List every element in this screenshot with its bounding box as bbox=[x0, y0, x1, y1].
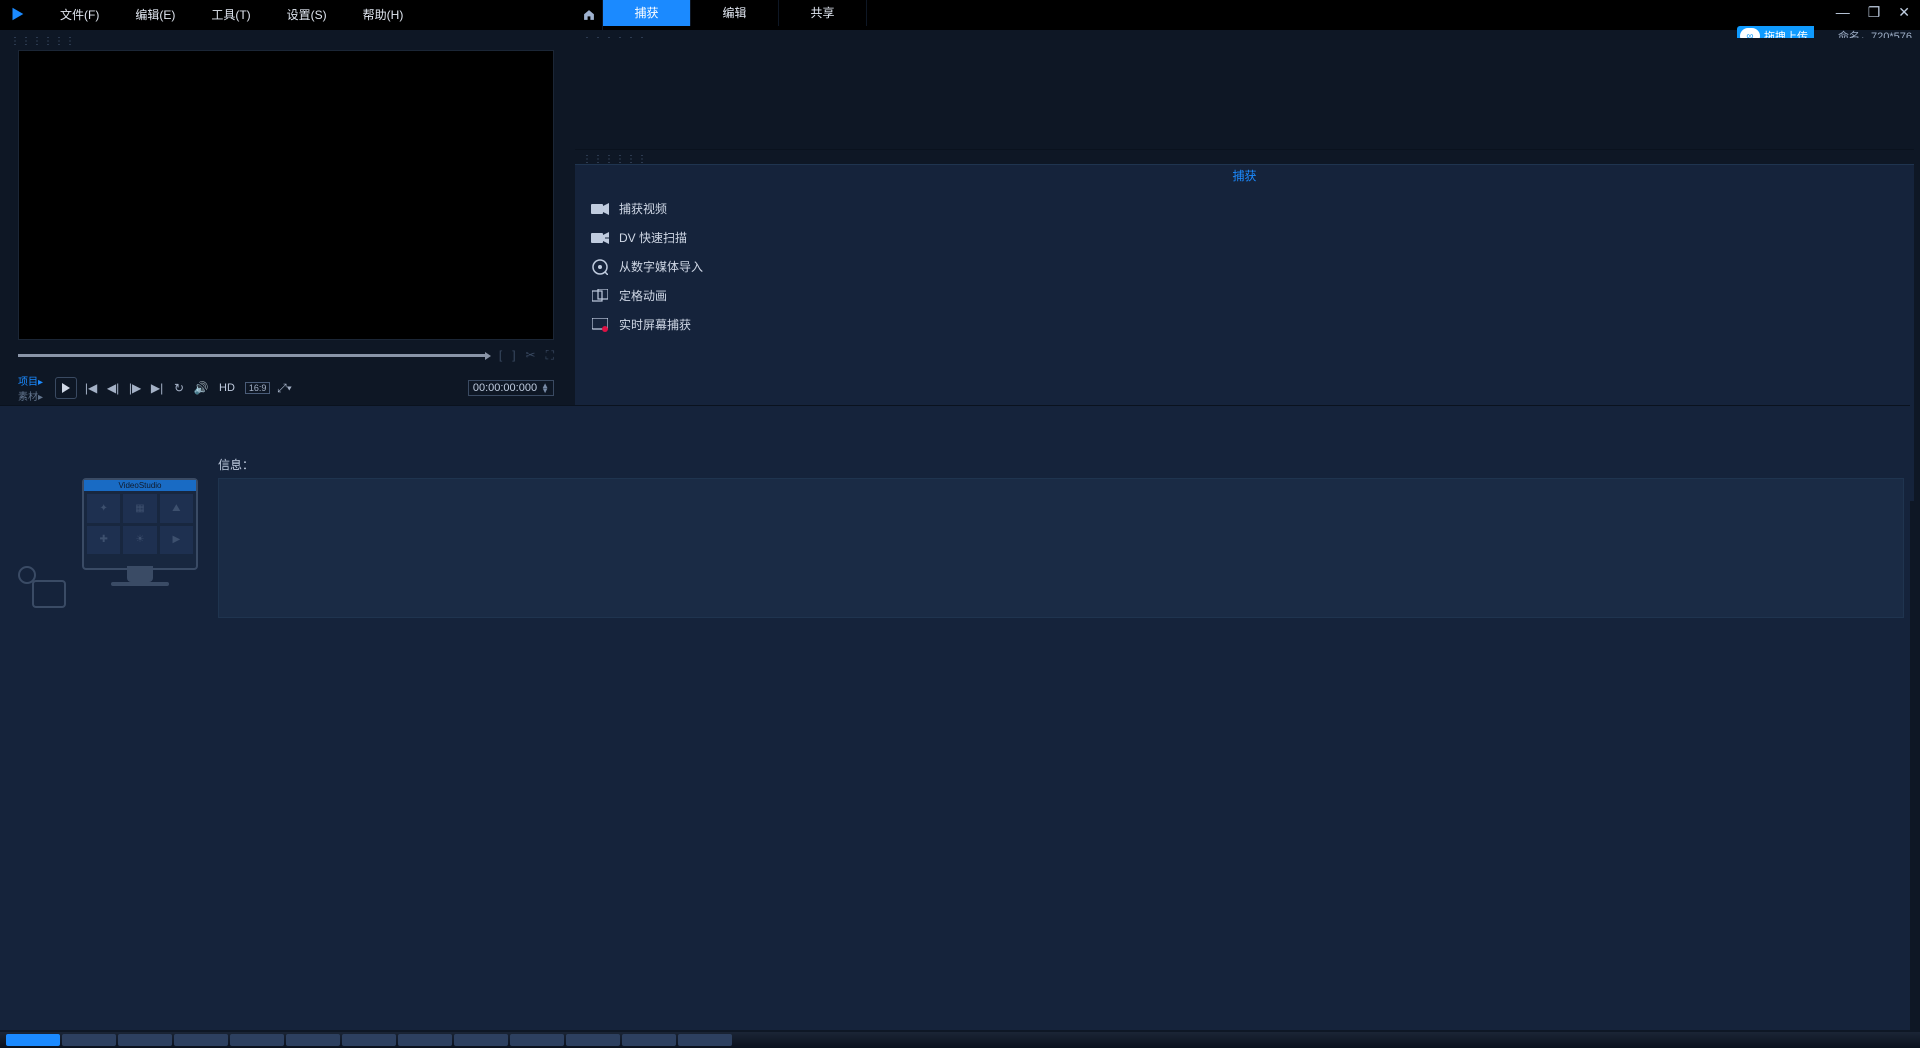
mode-project-label: 项目▸ bbox=[18, 373, 43, 388]
taskbar-item[interactable] bbox=[622, 1034, 676, 1046]
timecode-spinner[interactable]: ▲▼ bbox=[541, 383, 549, 393]
import-digital-media-option[interactable]: 从数字媒体导入 bbox=[587, 252, 1914, 281]
info-label: 信息： bbox=[218, 456, 254, 473]
taskbar-item[interactable] bbox=[342, 1034, 396, 1046]
capture-illustration: VideoStudio ✦▦⛰ ✚☀▶ bbox=[18, 478, 202, 608]
screen-capture-icon bbox=[591, 318, 609, 332]
volume-button[interactable]: 🔊 bbox=[193, 380, 209, 396]
camcorder-illustration-icon bbox=[18, 556, 70, 608]
info-content-box bbox=[218, 478, 1904, 618]
capture-video-option[interactable]: 捕获视频 bbox=[587, 194, 1914, 223]
fullscreen-button[interactable]: ⤢▾ bbox=[276, 380, 292, 396]
window-close[interactable]: ✕ bbox=[1894, 4, 1914, 21]
capture-options-list: 捕获视频 DV 快速扫描 从数字媒体导入 定格动画 实时屏幕捕获 bbox=[575, 186, 1914, 339]
tab-home[interactable] bbox=[575, 0, 603, 30]
timecode-field[interactable]: 00:00:00:000 ▲▼ bbox=[468, 380, 554, 396]
taskbar-item[interactable] bbox=[174, 1034, 228, 1046]
step-back-button[interactable]: ◀| bbox=[105, 380, 121, 396]
menu-edit[interactable]: 编辑(E) bbox=[117, 0, 193, 30]
tab-edit[interactable]: 编辑 bbox=[691, 0, 779, 26]
step-fwd-button[interactable]: |▶ bbox=[127, 380, 143, 396]
scrub-bar[interactable] bbox=[18, 354, 487, 357]
capture-item-label: DV 快速扫描 bbox=[619, 229, 687, 246]
dv-quickscan-option[interactable]: DV 快速扫描 bbox=[587, 223, 1914, 252]
tab-share[interactable]: 共享 bbox=[779, 0, 867, 26]
go-start-button[interactable]: |◀ bbox=[83, 380, 99, 396]
home-icon bbox=[582, 8, 596, 22]
preview-video-area[interactable] bbox=[18, 50, 554, 340]
taskbar-item[interactable] bbox=[6, 1034, 60, 1046]
panel-grip-top-left[interactable]: ⋮⋮⋮⋮⋮⋮ bbox=[6, 34, 80, 49]
taskbar-item[interactable] bbox=[678, 1034, 732, 1046]
menu-help[interactable]: 帮助(H) bbox=[345, 0, 422, 30]
aspect-ratio[interactable]: 16:9 bbox=[245, 382, 271, 394]
capture-item-label: 捕获视频 bbox=[619, 200, 667, 217]
menu-settings[interactable]: 设置(S) bbox=[269, 0, 345, 30]
taskbar-item[interactable] bbox=[510, 1034, 564, 1046]
mark-out-icon[interactable]: ] bbox=[512, 348, 515, 363]
mode-clip-label: 素材▸ bbox=[18, 388, 43, 403]
dv-scan-icon bbox=[591, 231, 609, 245]
stop-motion-icon bbox=[591, 289, 609, 303]
monitor-title: VideoStudio bbox=[84, 480, 196, 491]
scrub-row: [ ] ✂ ⛶ bbox=[18, 348, 554, 363]
monitor-icon: VideoStudio ✦▦⛰ ✚☀▶ bbox=[82, 478, 198, 570]
preview-pane: [ ] ✂ ⛶ 项目▸ 素材▸ |◀ ◀| |▶ ▶| ↻ 🔊 HD 16:9 … bbox=[18, 50, 554, 403]
menu-file[interactable]: 文件(F) bbox=[42, 0, 117, 30]
menu-tools[interactable]: 工具(T) bbox=[193, 0, 268, 30]
playback-controls: 项目▸ 素材▸ |◀ ◀| |▶ ▶| ↻ 🔊 HD 16:9 ⤢▾ 00:00… bbox=[18, 373, 554, 403]
taskbar-item[interactable] bbox=[62, 1034, 116, 1046]
os-taskbar bbox=[0, 1032, 1920, 1048]
taskbar-item[interactable] bbox=[454, 1034, 508, 1046]
hd-indicator[interactable]: HD bbox=[215, 382, 239, 394]
tab-capture[interactable]: 捕获 bbox=[603, 0, 691, 26]
taskbar-item[interactable] bbox=[398, 1034, 452, 1046]
clip-thumbnail-strip[interactable] bbox=[575, 38, 1914, 150]
go-end-button[interactable]: ▶| bbox=[149, 380, 165, 396]
window-restore[interactable]: ❐ bbox=[1864, 4, 1885, 21]
stop-motion-option[interactable]: 定格动画 bbox=[587, 281, 1914, 310]
preview-mode-labels[interactable]: 项目▸ 素材▸ bbox=[18, 373, 43, 403]
camcorder-icon bbox=[591, 202, 609, 216]
screen-capture-option[interactable]: 实时屏幕捕获 bbox=[587, 310, 1914, 339]
loop-button[interactable]: ↻ bbox=[171, 380, 187, 396]
taskbar-item[interactable] bbox=[566, 1034, 620, 1046]
app-logo-icon bbox=[8, 5, 28, 25]
expand-icon[interactable]: ⛶ bbox=[546, 348, 554, 363]
capture-item-label: 定格动画 bbox=[619, 287, 667, 304]
taskbar-item[interactable] bbox=[230, 1034, 284, 1046]
timecode-value: 00:00:00:000 bbox=[473, 382, 537, 394]
workspace-tabs: 捕获 编辑 共享 bbox=[575, 0, 867, 30]
mark-in-icon[interactable]: [ bbox=[499, 348, 502, 363]
taskbar-item[interactable] bbox=[118, 1034, 172, 1046]
capture-item-label: 从数字媒体导入 bbox=[619, 258, 703, 275]
taskbar-item[interactable] bbox=[286, 1034, 340, 1046]
capture-item-label: 实时屏幕捕获 bbox=[619, 316, 691, 333]
bottom-pane: 信息： VideoStudio ✦▦⛰ ✚☀▶ bbox=[0, 405, 1910, 1030]
menu-bar: 文件(F) 编辑(E) 工具(T) 设置(S) 帮助(H) 捕获 编辑 共享 —… bbox=[0, 0, 1920, 30]
play-button[interactable] bbox=[55, 377, 77, 399]
capture-panel-title: 捕获 bbox=[575, 164, 1914, 186]
play-icon bbox=[61, 383, 71, 393]
window-minimize[interactable]: — bbox=[1832, 4, 1854, 21]
split-clip-icon[interactable]: ✂ bbox=[526, 348, 536, 363]
window-controls: — ❐ ✕ bbox=[1832, 4, 1914, 21]
disc-import-icon bbox=[591, 260, 609, 274]
